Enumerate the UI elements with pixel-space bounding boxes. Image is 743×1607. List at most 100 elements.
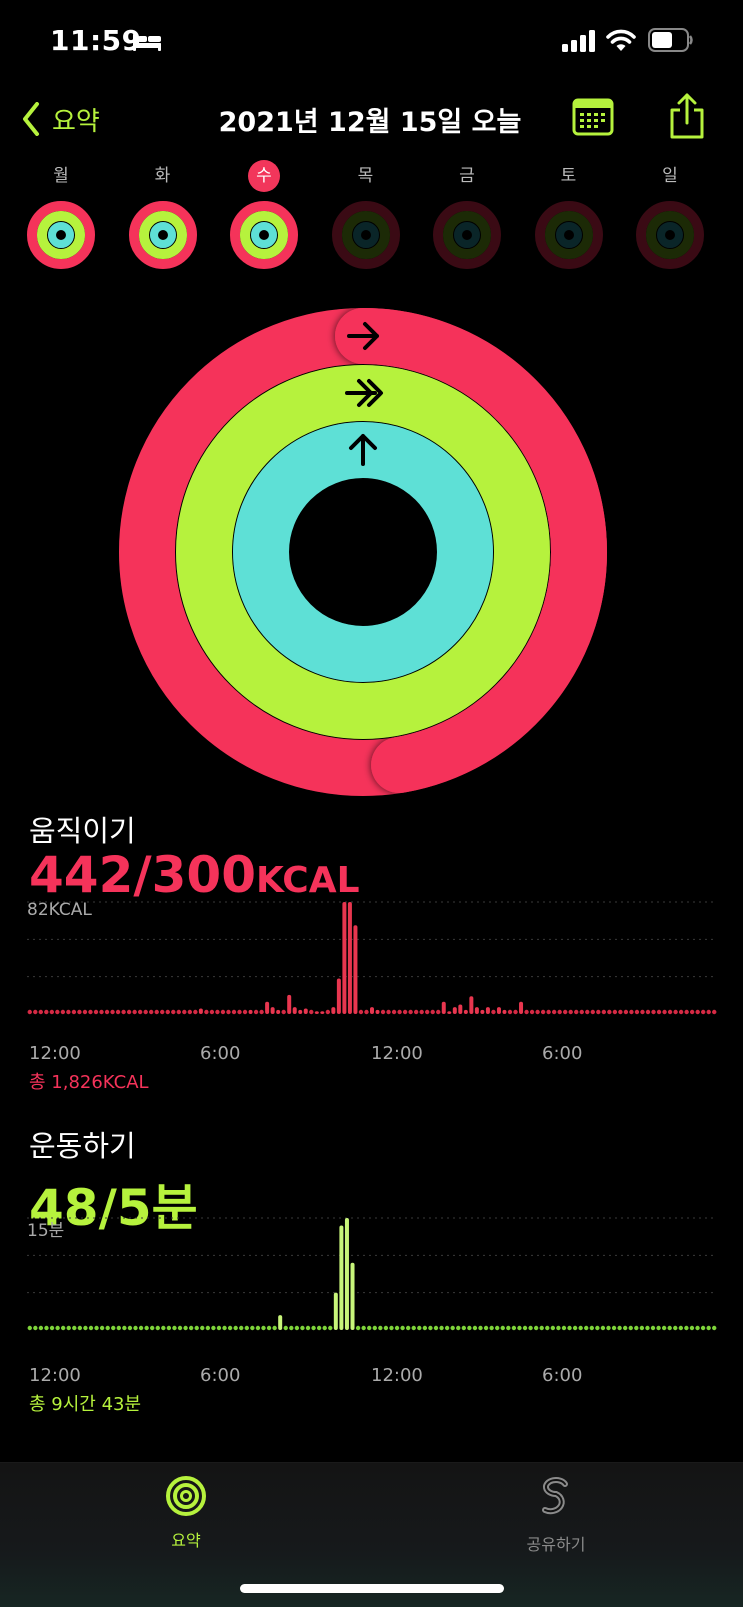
day-6[interactable]: 일: [630, 160, 710, 275]
chart-dot: [143, 1009, 148, 1015]
time-label: 6:00: [200, 1043, 241, 1064]
nav-bar: 요약 2021년 12월 15일 오늘: [0, 90, 743, 154]
tab-summary[interactable]: 요약: [126, 1475, 246, 1551]
chart-dot: [171, 1009, 176, 1015]
day-2[interactable]: 수: [224, 160, 304, 275]
chart-dot: [556, 1325, 561, 1331]
chart-dot: [433, 1325, 439, 1331]
chart-bar: [350, 1262, 355, 1330]
chart-dot: [94, 1325, 99, 1331]
chart-dot: [209, 1009, 215, 1015]
chart-dot: [116, 1325, 122, 1331]
chart-dot: [99, 1325, 105, 1331]
share-icon[interactable]: [668, 92, 706, 140]
chart-dot: [528, 1325, 533, 1331]
chart-dot: [183, 1325, 188, 1331]
chart-dot: [380, 1009, 386, 1015]
time-label: 12:00: [29, 1043, 81, 1064]
chart-dot: [205, 1325, 211, 1331]
chart-bar: [347, 902, 352, 1014]
chart-dot: [105, 1325, 110, 1331]
time-label: 12:00: [29, 1365, 81, 1386]
chart-dot: [367, 1325, 372, 1331]
time-label: 12:00: [371, 1043, 423, 1064]
chart-dot: [596, 1009, 601, 1015]
chart-bar: [303, 1008, 308, 1014]
tab-sharing[interactable]: 공유하기: [496, 1475, 616, 1555]
chart-dot: [467, 1325, 472, 1331]
chart-dot: [60, 1325, 66, 1331]
chart-dot: [611, 1325, 617, 1331]
day-rings: [230, 201, 298, 269]
day-1[interactable]: 화: [123, 160, 203, 275]
chart-dot: [237, 1009, 242, 1015]
chart-dot: [568, 1009, 573, 1015]
day-5[interactable]: 토: [529, 160, 609, 275]
chart-dot: [667, 1325, 672, 1331]
chart-dot: [328, 1325, 333, 1331]
chart-dot: [122, 1325, 127, 1331]
chart-dot: [300, 1325, 305, 1331]
chart-dot: [628, 1325, 633, 1331]
chart-dot: [182, 1009, 187, 1015]
chart-dot: [417, 1325, 422, 1331]
chart-dot: [44, 1009, 49, 1015]
chart-dot: [215, 1009, 220, 1015]
chart-dot: [309, 1009, 314, 1015]
exercise-chart: 15분: [27, 1214, 717, 1344]
cellular-signal-icon: [562, 30, 595, 52]
chart-dot: [55, 1325, 60, 1331]
chart-dot: [667, 1009, 673, 1015]
day-0[interactable]: 월: [21, 160, 101, 275]
chart-dot: [634, 1009, 640, 1015]
battery-icon: [648, 28, 693, 52]
day-4[interactable]: 금: [427, 160, 507, 275]
chart-dot: [66, 1325, 71, 1331]
chart-dot: [478, 1325, 483, 1331]
chart-dot: [150, 1325, 155, 1331]
chart-dot: [161, 1325, 166, 1331]
chart-dot: [413, 1009, 419, 1015]
chart-dot: [712, 1325, 717, 1331]
bed-icon: [133, 34, 161, 51]
chart-dot: [545, 1325, 550, 1331]
day-stand-ring-track: [352, 222, 379, 248]
back-button[interactable]: 요약: [22, 96, 100, 142]
chart-dot: [121, 1009, 126, 1015]
chart-dot: [55, 1009, 60, 1015]
chart-dot: [144, 1325, 149, 1331]
chart-dot: [187, 1009, 193, 1015]
day-3[interactable]: 목: [326, 160, 406, 275]
chart-dot: [231, 1009, 237, 1015]
chart-dot: [266, 1325, 272, 1331]
activity-rings[interactable]: [118, 307, 608, 797]
chart-bar: [198, 1008, 203, 1014]
chart-dot: [386, 1009, 391, 1015]
chart-dot: [261, 1325, 266, 1331]
chart-dot: [695, 1325, 700, 1331]
chart-dot: [325, 1009, 331, 1015]
stand-ring-fill: [233, 422, 493, 682]
chart-dot: [563, 1009, 568, 1015]
time-label: 6:00: [542, 1043, 583, 1064]
chart-dot: [88, 1009, 93, 1015]
day-stand-ring-track: [454, 222, 480, 248]
calendar-icon[interactable]: [572, 98, 614, 136]
chart-dot: [364, 1009, 369, 1015]
chart-dot: [489, 1325, 494, 1331]
chart-dot: [104, 1009, 110, 1015]
chart-dot: [495, 1325, 500, 1331]
chart-dot: [456, 1325, 461, 1331]
day-rings: [636, 201, 704, 269]
day-rings: [128, 201, 197, 269]
chart-dot: [176, 1009, 181, 1015]
chart-dot: [684, 1325, 689, 1331]
chart-dot: [44, 1325, 49, 1331]
chart-dot: [77, 1325, 83, 1331]
activity-rings-icon: [166, 1476, 206, 1516]
chart-dot: [513, 1009, 518, 1015]
chart-dot: [408, 1009, 413, 1015]
chart-bar: [292, 1007, 297, 1014]
chart-dot: [389, 1325, 394, 1331]
time-label: 12:00: [371, 1365, 423, 1386]
